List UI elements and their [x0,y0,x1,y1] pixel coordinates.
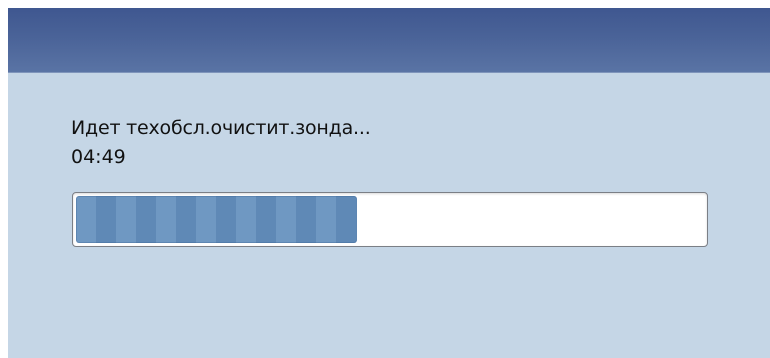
maintenance-dialog: Идет техобсл.очистит.зонда... 04:49 [8,8,770,358]
status-message: Идет техобсл.очистит.зонда... [71,117,371,139]
progress-bar-fill [76,196,357,243]
title-bar [8,8,770,73]
remaining-time: 04:49 [71,146,126,168]
progress-bar [72,192,708,247]
